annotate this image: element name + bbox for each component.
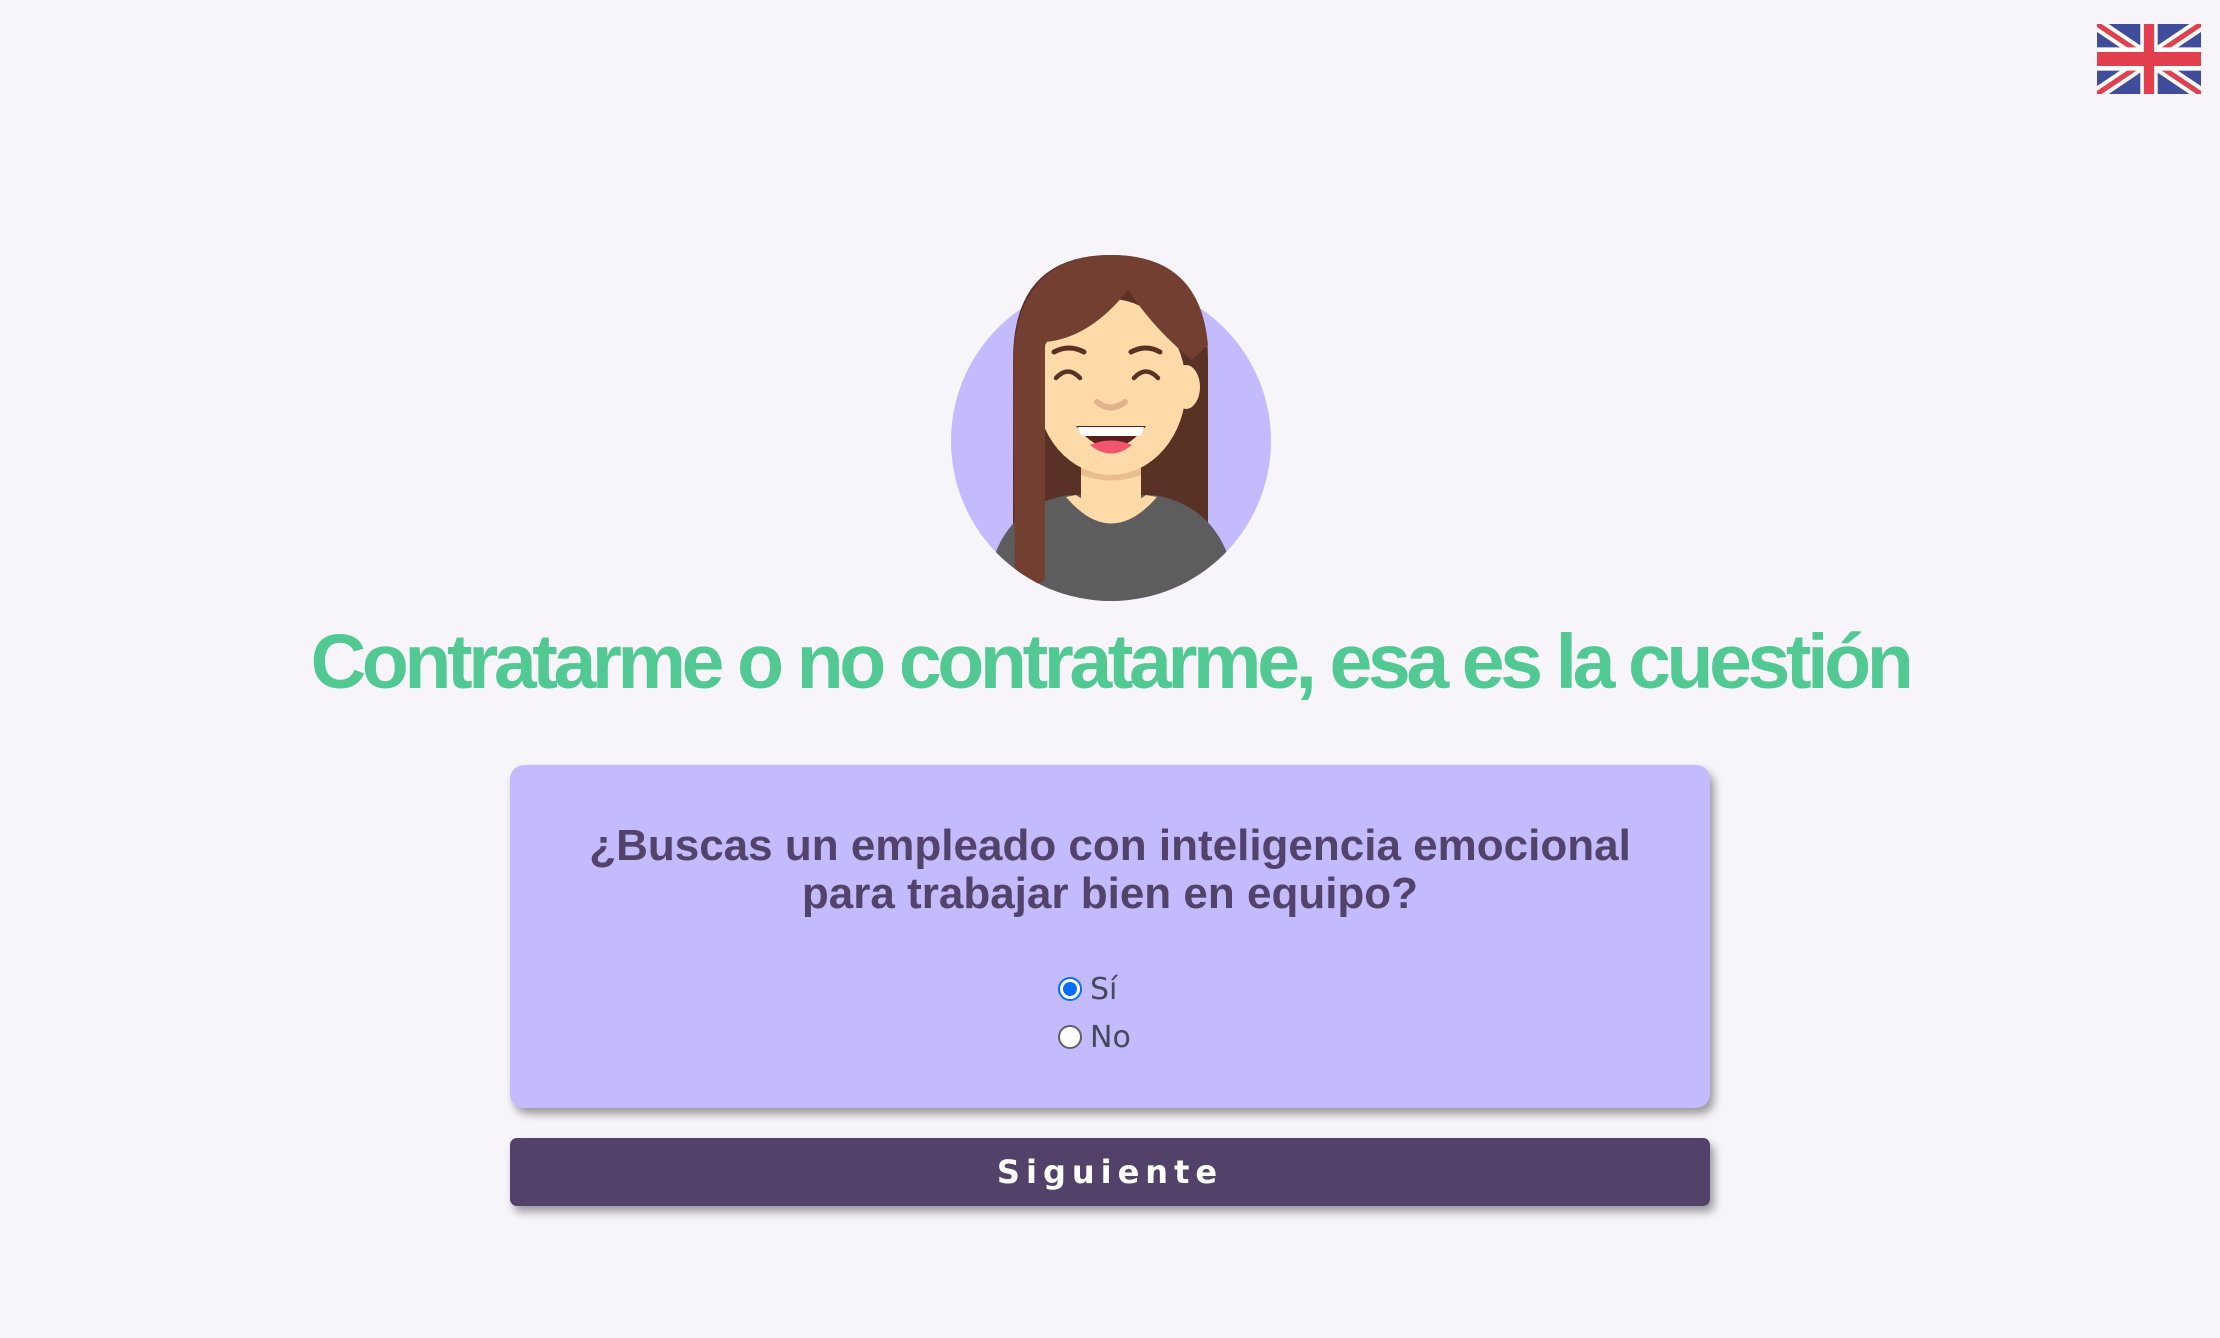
option-no-label: No (1090, 1019, 1131, 1055)
radio-yes[interactable] (1058, 977, 1082, 1001)
answer-options: Sí No (1058, 965, 1131, 1061)
ear (1172, 365, 1200, 409)
page-title: Contratarme o no contratarme, esa es la … (310, 619, 1914, 705)
option-no[interactable]: No (1058, 1013, 1131, 1061)
question-card: ¿Buscas un empleado con inteligencia emo… (510, 765, 1710, 1108)
next-button[interactable]: Siguiente (510, 1138, 1710, 1206)
uk-flag-icon[interactable] (2097, 24, 2201, 94)
question-text: ¿Buscas un empleado con inteligencia emo… (589, 821, 1631, 918)
option-yes-label: Sí (1090, 971, 1118, 1007)
radio-no[interactable] (1058, 1025, 1082, 1049)
option-yes[interactable]: Sí (1058, 965, 1131, 1013)
avatar-illustration (951, 255, 1271, 601)
teeth (1078, 427, 1144, 436)
